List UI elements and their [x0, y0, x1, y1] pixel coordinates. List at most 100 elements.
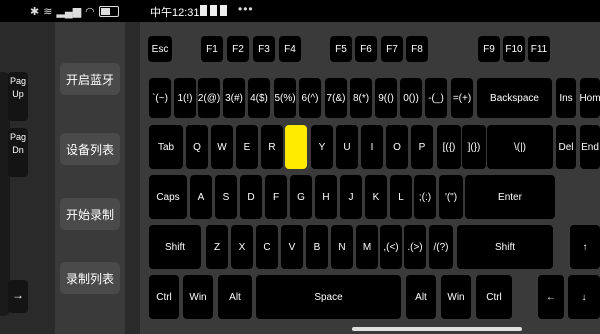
key-top-9-o[interactable]: O: [386, 125, 408, 169]
key-bottom-8-symbol[interactable]: ↓: [568, 275, 600, 319]
key-home-8-k[interactable]: K: [365, 175, 387, 219]
key-top-15-end[interactable]: End: [580, 125, 600, 169]
arrow-right-key[interactable]: →: [8, 280, 28, 313]
wifi-icon: ◠: [85, 5, 95, 18]
notification-icon: [220, 5, 227, 16]
vibrate-icon: ≋: [43, 5, 53, 18]
key-home-7-j[interactable]: J: [340, 175, 362, 219]
key-top-10-p[interactable]: P: [411, 125, 433, 169]
key-shift-4-v[interactable]: V: [281, 225, 303, 269]
recording-list-button[interactable]: 录制列表: [60, 262, 120, 294]
key-bottom-1-win[interactable]: Win: [183, 275, 213, 319]
battery-icon: [98, 5, 119, 17]
device-list-button[interactable]: 设备列表: [60, 133, 120, 165]
key-top-6-y[interactable]: Y: [311, 125, 333, 169]
key-top-12-symbol[interactable]: ](}): [462, 125, 486, 169]
key-number-2-2[interactable]: 2(@): [198, 78, 220, 118]
key-bottom-3-space[interactable]: Space: [256, 275, 401, 319]
key-home-10-symbol[interactable]: ;(:): [414, 175, 436, 219]
enable-bluetooth-button[interactable]: 开启蓝牙: [60, 63, 120, 95]
key-number-15-hom[interactable]: Hom: [579, 78, 600, 118]
key-number-6-6[interactable]: 6(^): [299, 78, 321, 118]
key-shift-7-m[interactable]: M: [356, 225, 378, 269]
key-top-7-u[interactable]: U: [336, 125, 358, 169]
key-home-3-d[interactable]: D: [240, 175, 262, 219]
key-shift-9-symbol[interactable]: .(>): [404, 225, 426, 269]
key-function-6-f6[interactable]: F6: [355, 36, 377, 62]
key-number-14-ins[interactable]: Ins: [556, 78, 576, 118]
key-highlighted-u[interactable]: [285, 125, 307, 169]
key-top-2-w[interactable]: W: [211, 125, 233, 169]
key-function-8-f8[interactable]: F8: [406, 36, 428, 62]
bluetooth-icon: ✱: [30, 5, 40, 18]
key-top-1-q[interactable]: Q: [186, 125, 208, 169]
key-home-5-g[interactable]: G: [290, 175, 312, 219]
key-shift-11-shift[interactable]: Shift: [457, 225, 553, 269]
status-icons: ✱ ≋ ▂▄▆ ◠: [30, 2, 119, 20]
key-function-9-f9[interactable]: F9: [478, 36, 500, 62]
key-top-13-symbol[interactable]: \(|): [487, 125, 553, 169]
key-shift-3-c[interactable]: C: [256, 225, 278, 269]
key-function-0-esc[interactable]: Esc: [148, 36, 172, 62]
page-up-key[interactable]: Pag Up: [8, 72, 28, 121]
key-number-7-7[interactable]: 7(&): [325, 78, 347, 118]
key-home-12-enter[interactable]: Enter: [465, 175, 555, 219]
key-home-1-a[interactable]: A: [190, 175, 212, 219]
key-number-5-5[interactable]: 5(%): [274, 78, 296, 118]
notification-icons: [200, 5, 227, 16]
key-bottom-5-win[interactable]: Win: [441, 275, 471, 319]
key-top-0-tab[interactable]: Tab: [149, 125, 183, 169]
key-home-0-caps[interactable]: Caps: [149, 175, 187, 219]
key-shift-5-b[interactable]: B: [306, 225, 328, 269]
key-shift-2-x[interactable]: X: [231, 225, 253, 269]
key-bottom-2-alt[interactable]: Alt: [218, 275, 252, 319]
key-function-1-f1[interactable]: F1: [201, 36, 223, 62]
key-number-4-4[interactable]: 4($): [248, 78, 270, 118]
key-function-11-f11[interactable]: F11: [528, 36, 550, 62]
key-number-13-backspace[interactable]: Backspace: [477, 78, 552, 118]
key-home-11-symbol[interactable]: '("): [439, 175, 463, 219]
status-time: 中午12:31: [150, 7, 200, 19]
key-number-1-1[interactable]: 1(!): [174, 78, 196, 118]
key-bottom-4-alt[interactable]: Alt: [406, 275, 436, 319]
key-function-3-f3[interactable]: F3: [253, 36, 275, 62]
key-shift-8-symbol[interactable]: ,(<): [380, 225, 402, 269]
key-function-7-f7[interactable]: F7: [381, 36, 403, 62]
key-number-9-9[interactable]: 9((): [375, 78, 397, 118]
key-home-6-h[interactable]: H: [315, 175, 337, 219]
key-function-5-f5[interactable]: F5: [330, 36, 352, 62]
notification-icon: [210, 5, 217, 16]
key-shift-6-n[interactable]: N: [331, 225, 353, 269]
key-number-12-symbol[interactable]: =(+): [451, 78, 473, 118]
notification-icon: [200, 5, 207, 16]
key-number-3-3[interactable]: 3(#): [223, 78, 245, 118]
page-down-key[interactable]: Pag Dn: [8, 128, 28, 177]
key-shift-1-z[interactable]: Z: [206, 225, 228, 269]
key-top-3-e[interactable]: E: [236, 125, 258, 169]
key-home-4-f[interactable]: F: [265, 175, 287, 219]
key-home-9-l[interactable]: L: [390, 175, 412, 219]
status-bar: ✱ ≋ ▂▄▆ ◠ 中午12:31 •••: [0, 0, 600, 22]
key-top-4-r[interactable]: R: [261, 125, 283, 169]
key-function-4-f4[interactable]: F4: [279, 36, 301, 62]
key-shift-10-symbol[interactable]: /(?): [429, 225, 453, 269]
key-top-14-del[interactable]: Del: [556, 125, 576, 169]
key-function-2-f2[interactable]: F2: [227, 36, 249, 62]
key-bottom-7-symbol[interactable]: ←: [538, 275, 564, 319]
key-home-2-s[interactable]: S: [215, 175, 237, 219]
key-top-8-i[interactable]: I: [361, 125, 383, 169]
key-number-10-0[interactable]: 0()): [400, 78, 422, 118]
home-indicator[interactable]: [352, 327, 522, 331]
key-number-11-symbol[interactable]: -(_): [425, 78, 447, 118]
more-notifications-icon: •••: [238, 2, 254, 16]
start-recording-button[interactable]: 开始录制: [60, 198, 120, 230]
key-bottom-0-ctrl[interactable]: Ctrl: [149, 275, 179, 319]
key-function-10-f10[interactable]: F10: [503, 36, 525, 62]
key-number-8-8[interactable]: 8(*): [350, 78, 372, 118]
key-bottom-6-ctrl[interactable]: Ctrl: [476, 275, 512, 319]
signal-icon: ▂▄▆: [56, 5, 82, 18]
key-top-11-symbol[interactable]: [({): [437, 125, 461, 169]
key-shift-0-shift[interactable]: Shift: [149, 225, 201, 269]
key-number-0-symbol[interactable]: `(~): [149, 78, 171, 118]
key-shift-12-symbol[interactable]: ↑: [570, 225, 600, 269]
